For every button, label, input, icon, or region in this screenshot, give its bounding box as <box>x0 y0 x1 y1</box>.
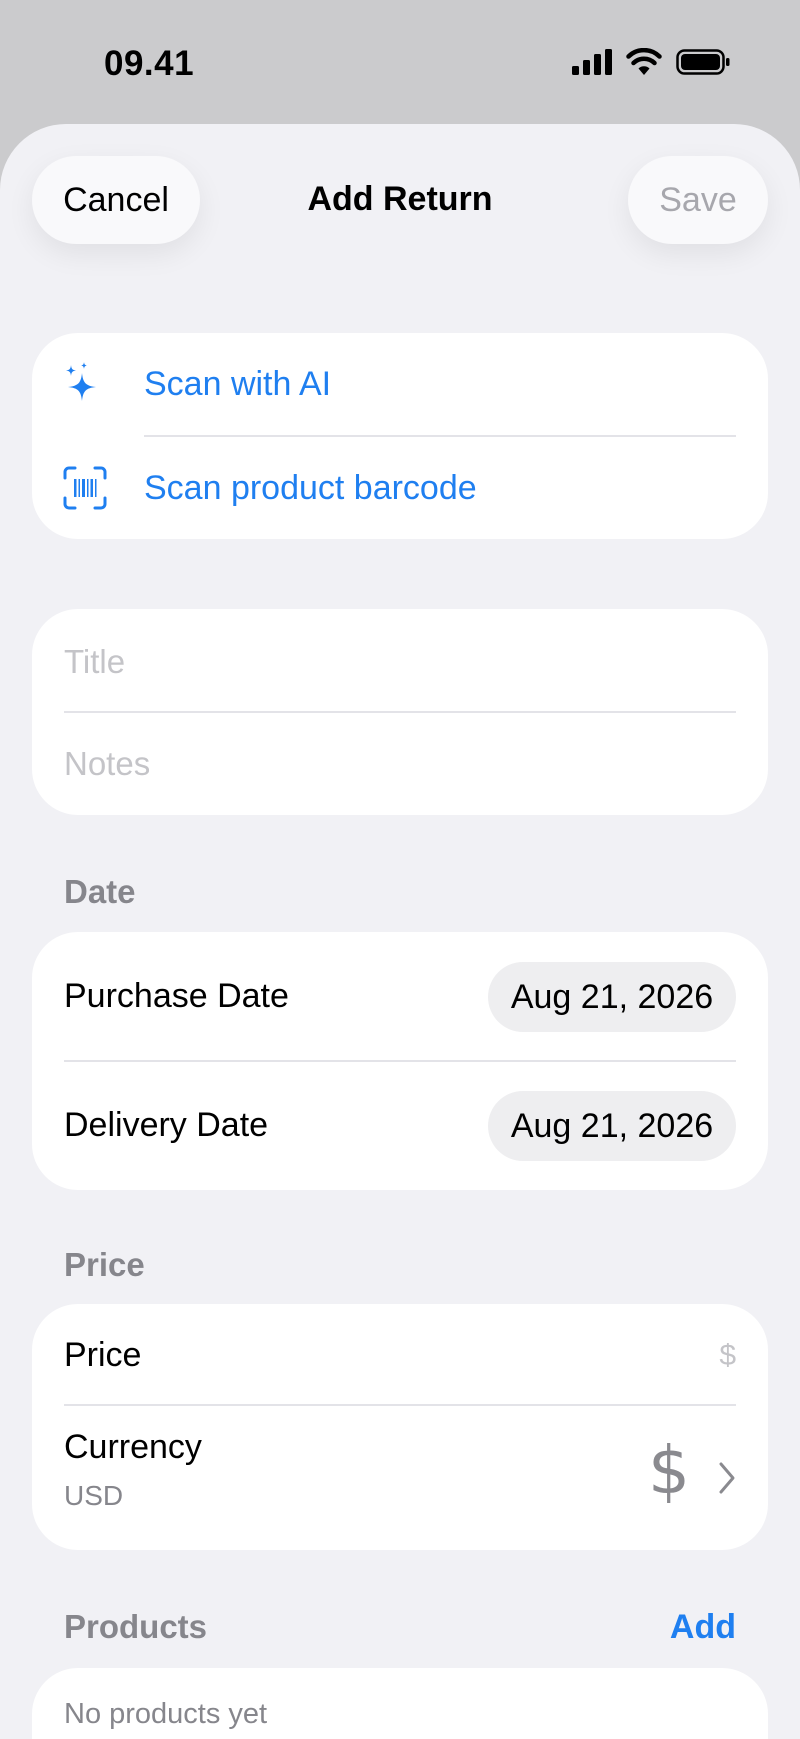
price-card: Price $ Currency USD $ <box>32 1304 768 1550</box>
date-section-header: Date <box>64 873 136 910</box>
chevron-right-icon <box>719 1462 735 1494</box>
battery-icon <box>676 49 730 75</box>
currency-code: USD <box>64 1480 124 1511</box>
purchase-date-picker[interactable]: Aug 21, 2026 <box>488 962 736 1032</box>
scan-card: Scan with AI Scan product barcode <box>32 333 768 539</box>
currency-symbol: $ <box>648 1432 690 1509</box>
save-button[interactable]: Save <box>628 156 768 244</box>
scan-with-ai-row[interactable]: Scan with AI <box>32 333 768 436</box>
details-card: Title Notes <box>32 609 768 815</box>
currency-row[interactable]: Currency USD $ <box>32 1406 768 1550</box>
price-input[interactable]: $ <box>719 1339 736 1373</box>
price-section-header: Price <box>64 1246 145 1283</box>
sparkles-icon <box>66 362 96 401</box>
products-section-header: Products <box>64 1608 208 1645</box>
status-bar: 09.41 <box>0 0 800 124</box>
delivery-date-row: Delivery Date Aug 21, 2026 <box>32 1062 768 1190</box>
cellular-signal-icon <box>572 49 612 75</box>
scan-barcode-label: Scan product barcode <box>144 469 477 507</box>
purchase-date-label: Purchase Date <box>64 977 289 1015</box>
add-product-button[interactable]: Add <box>670 1608 736 1647</box>
barcode-viewfinder-icon <box>63 466 107 510</box>
notes-placeholder: Notes <box>64 745 151 782</box>
add-return-sheet: Cancel Add Return Save Scan with AI Scan… <box>0 124 800 1739</box>
notes-field[interactable]: Notes <box>32 713 768 815</box>
title-placeholder: Title <box>64 643 126 680</box>
price-label: Price <box>64 1336 142 1374</box>
date-card: Purchase Date Aug 21, 2026 Delivery Date… <box>32 932 768 1190</box>
scan-with-ai-label: Scan with AI <box>144 365 332 403</box>
wifi-icon <box>626 48 662 75</box>
price-row[interactable]: Price $ <box>32 1304 768 1404</box>
purchase-date-row: Purchase Date Aug 21, 2026 <box>32 932 768 1060</box>
delivery-date-picker[interactable]: Aug 21, 2026 <box>488 1091 736 1161</box>
status-time: 09.41 <box>104 44 195 83</box>
products-card: No products yet <box>32 1668 768 1739</box>
products-empty-text: No products yet <box>64 1698 268 1730</box>
scan-barcode-row[interactable]: Scan product barcode <box>32 437 768 539</box>
title-field[interactable]: Title <box>32 609 768 711</box>
status-icons <box>572 48 730 76</box>
currency-label: Currency <box>64 1428 202 1466</box>
delivery-date-label: Delivery Date <box>64 1106 269 1144</box>
